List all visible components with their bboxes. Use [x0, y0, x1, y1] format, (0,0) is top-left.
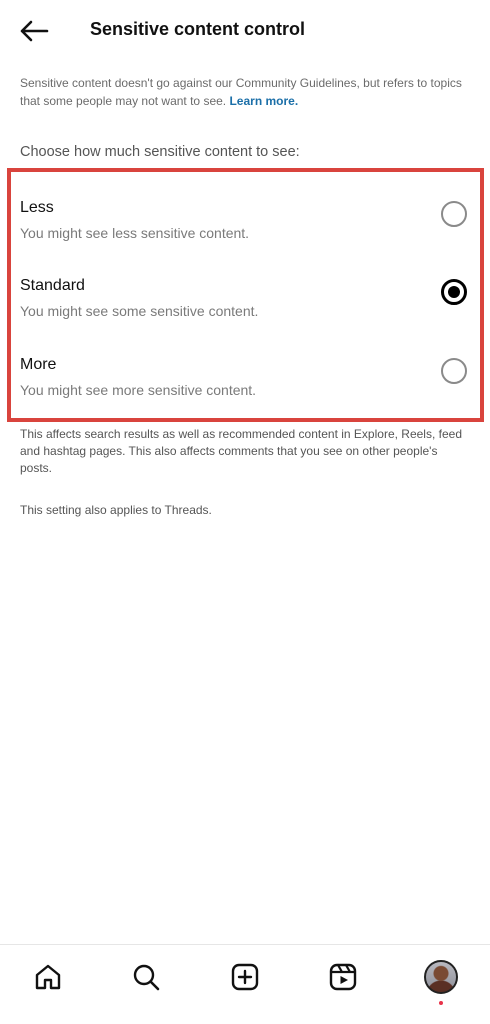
- nav-reels[interactable]: [323, 957, 363, 997]
- sensitive-content-screen: Sensitive content control Sensitive cont…: [0, 0, 490, 1024]
- option-subtitle: You might see more sensitive content.: [20, 382, 257, 398]
- option-subtitle: You might see less sensitive content.: [20, 225, 250, 241]
- notification-dot: [439, 1001, 443, 1005]
- option-less[interactable]: Less You might see less sensitive conten…: [20, 199, 475, 261]
- choose-label: Choose how much sensitive content to see…: [20, 144, 300, 160]
- nav-home[interactable]: [28, 957, 68, 997]
- reels-icon: [329, 963, 357, 991]
- nav-profile[interactable]: [421, 957, 461, 1005]
- profile-avatar: [424, 960, 458, 994]
- page-title: Sensitive content control: [90, 19, 306, 39]
- radio-more[interactable]: [441, 358, 467, 384]
- option-title: Standard: [20, 277, 85, 294]
- search-icon: [133, 964, 160, 991]
- option-more[interactable]: More You might see more sensitive conten…: [20, 356, 475, 418]
- radio-standard[interactable]: [441, 279, 467, 305]
- radio-less[interactable]: [441, 201, 467, 227]
- footnote-text: This affects search results as well as r…: [20, 427, 462, 475]
- option-title: Less: [20, 199, 54, 216]
- threads-note: This setting also applies to Threads.: [20, 503, 212, 517]
- option-subtitle: You might see some sensitive content.: [20, 303, 259, 319]
- intro-text: Sensitive content doesn't go against our…: [20, 74, 470, 110]
- header: Sensitive content control: [0, 0, 490, 62]
- home-icon: [35, 964, 61, 990]
- create-post-icon: [231, 963, 259, 991]
- back-button[interactable]: [14, 14, 54, 48]
- arrow-left-icon: [20, 20, 49, 42]
- option-title: More: [20, 356, 57, 373]
- bottom-nav: [0, 944, 490, 1024]
- nav-search[interactable]: [126, 957, 166, 997]
- learn-more-link[interactable]: Learn more.: [229, 94, 298, 108]
- nav-create[interactable]: [225, 957, 265, 997]
- option-standard[interactable]: Standard You might see some sensitive co…: [20, 277, 475, 339]
